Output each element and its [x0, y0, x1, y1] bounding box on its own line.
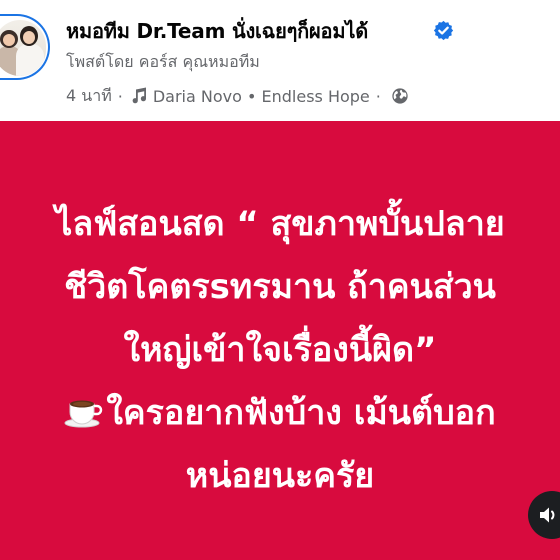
coffee-cup-icon: [64, 400, 103, 428]
speaker-icon: [540, 507, 555, 523]
post-text-line-with-emoji: ใครอยากฟังบ้าง เม้นต์บอก: [10, 382, 550, 445]
post-text-line: ไลฟ์สอนสด “ สุขภาพบั้นปลาย: [55, 204, 505, 244]
globe-icon[interactable]: [391, 87, 409, 105]
verified-badge-icon: [433, 20, 454, 41]
post-meta: 4 นาที · Daria Novo • Endless Hope ·: [66, 84, 409, 108]
music-track-link[interactable]: Daria Novo • Endless Hope: [153, 87, 370, 106]
post-text-line: ใครอยากฟังบ้าง เม้นต์บอก: [106, 393, 496, 433]
posted-by-text: โพสต์โดย คอร์ส คุณหมอทีม: [66, 52, 260, 71]
meta-separator-2: ·: [375, 86, 381, 106]
page-avatar[interactable]: [0, 14, 50, 80]
post-time[interactable]: 4 นาที: [66, 84, 112, 109]
post-text-line: ชีวิตโคตรsทรมาน ถ้าคนส่วน: [64, 267, 496, 307]
page-name-link[interactable]: หมอทีม Dr.Team นั่งเฉยๆก็ผอมได้: [66, 15, 368, 47]
post-header: หมอทีม Dr.Team นั่งเฉยๆก็ผอมได้ โพสต์โดย…: [0, 0, 560, 121]
post-text-line: หน่อยนะครัย: [185, 456, 375, 496]
post-text-line: ใหญ่เข้าใจเรื่องนี้ผิด”: [123, 330, 437, 370]
avatar-photo: [0, 20, 46, 76]
music-note-icon: [132, 87, 146, 104]
meta-separator: ·: [117, 86, 123, 106]
post-text: ไลฟ์สอนสด “ สุขภาพบั้นปลาย ชีวิตโคตรsทรม…: [10, 193, 550, 508]
